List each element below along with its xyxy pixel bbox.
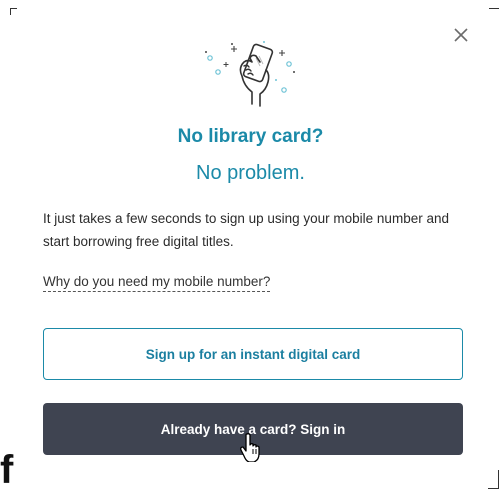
signup-instant-card-button[interactable]: Sign up for an instant digital card bbox=[43, 328, 463, 380]
hand-holding-phone-icon bbox=[205, 41, 295, 107]
background-page-text: f bbox=[0, 448, 14, 492]
close-icon bbox=[454, 28, 468, 42]
dialog-description: It just takes a few seconds to sign up u… bbox=[43, 211, 449, 249]
dialog-title: No library card? bbox=[177, 126, 324, 147]
why-mobile-number-link[interactable]: Why do you need my mobile number? bbox=[43, 274, 271, 292]
close-button[interactable] bbox=[450, 24, 472, 46]
dialog-subtitle: No problem. bbox=[196, 162, 305, 184]
hand-pointer-cursor-icon bbox=[240, 433, 260, 462]
